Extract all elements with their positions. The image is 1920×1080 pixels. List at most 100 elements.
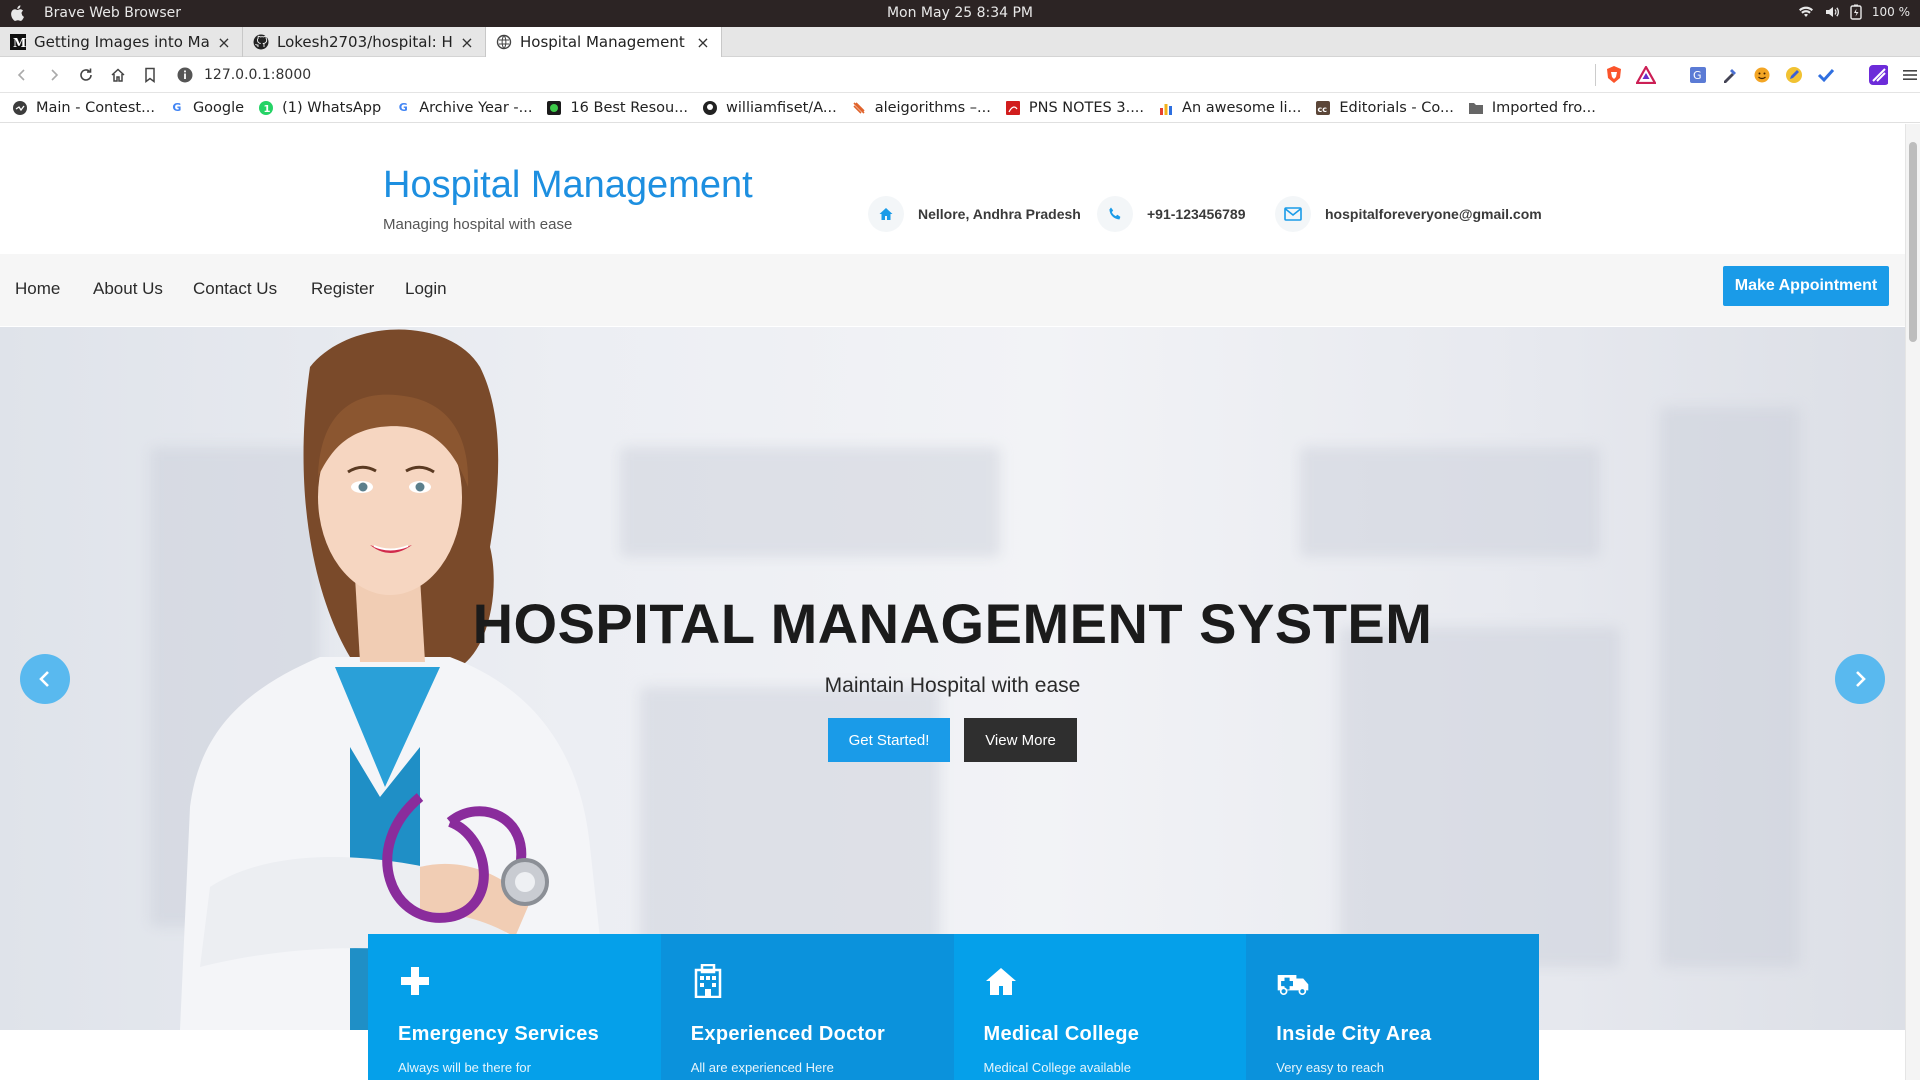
feature-desc: Medical College available — [983, 1060, 1131, 1075]
slider-next-button[interactable] — [1835, 654, 1885, 704]
color-picker-icon[interactable] — [1720, 65, 1740, 85]
nav-home[interactable]: Home — [15, 279, 60, 299]
home-icon — [868, 196, 904, 232]
home-icon[interactable] — [108, 65, 128, 85]
bookmark-label: Google — [192, 99, 245, 116]
bookmark-archive-year[interactable]: G Archive Year -... — [395, 100, 533, 116]
nav-login[interactable]: Login — [405, 279, 447, 299]
wifi-icon[interactable] — [1798, 5, 1814, 19]
volume-icon[interactable] — [1824, 5, 1840, 19]
bookmark-google[interactable]: G Google — [169, 100, 244, 116]
google-icon: G — [172, 101, 182, 114]
site-header: Hospital Management Managing hospital wi… — [0, 124, 1905, 254]
address-text: Nellore, Andhra Pradesh — [918, 206, 1081, 222]
bookmark-editorials[interactable]: cc Editorials - Co... — [1315, 99, 1454, 116]
feature-inside-city-area[interactable]: Inside City Area Very easy to reach — [1246, 934, 1539, 1080]
translate-icon[interactable]: G — [1688, 65, 1708, 85]
get-started-button[interactable]: Get Started! — [828, 718, 950, 762]
main-nav-menu: Home About Us Contact Us Register Login — [0, 254, 1905, 326]
feature-experienced-doctor[interactable]: Experienced Doctor All are experienced H… — [660, 934, 954, 1080]
nav-contact-us[interactable]: Contact Us — [193, 279, 277, 299]
globe-icon — [496, 34, 512, 50]
menu-icon[interactable] — [1900, 65, 1920, 85]
hospital-building-icon — [694, 963, 721, 999]
bookmark-pns-notes[interactable]: PNS NOTES 3.... — [1005, 100, 1144, 116]
background-shelf — [1300, 447, 1600, 557]
bookmark-whatsapp[interactable]: 1 (1) WhatsApp — [258, 100, 381, 116]
pdf-icon — [1005, 100, 1021, 116]
svg-text:M: M — [13, 36, 26, 50]
bookmark-awesome-list[interactable]: An awesome li... — [1158, 100, 1301, 116]
bar-chart-icon — [1158, 100, 1174, 116]
view-more-button[interactable]: View More — [964, 718, 1077, 762]
brave-rewards-icon[interactable] — [1636, 65, 1656, 85]
bookmark-best-resources[interactable]: 16 Best Resou... — [546, 100, 688, 116]
make-appointment-button[interactable]: Make Appointment — [1723, 266, 1889, 306]
info-icon[interactable] — [176, 66, 194, 84]
tab-markdown-images[interactable]: M Getting Images into Markd × — [0, 27, 243, 57]
feature-desc: Always will be there for — [398, 1060, 531, 1075]
envelope-icon — [1275, 196, 1311, 232]
folder-icon — [1468, 100, 1484, 116]
pencil-extension-icon[interactable] — [1784, 65, 1804, 85]
codechef-icon: cc — [1315, 100, 1331, 116]
nav-about-us[interactable]: About Us — [93, 279, 163, 299]
whatsapp-icon: 1 — [258, 100, 274, 116]
bookmark-imported-folder[interactable]: Imported fro... — [1468, 100, 1596, 116]
browser-tab-strip: M Getting Images into Markd × Lokesh2703… — [0, 27, 1920, 81]
page-viewport: Hospital Management Managing hospital wi… — [0, 124, 1905, 1080]
phone-text: +91-123456789 — [1147, 206, 1246, 222]
hero-slider: HOSPITAL MANAGEMENT SYSTEM Maintain Hosp… — [0, 327, 1905, 1030]
back-icon[interactable] — [12, 65, 32, 85]
battery-icon[interactable] — [1850, 4, 1862, 20]
bookmark-main-contest[interactable]: Main - Contest... — [12, 100, 155, 116]
browser-toolbar: 127.0.0.1:8000 G — [0, 57, 1920, 93]
url-text[interactable]: 127.0.0.1:8000 — [204, 67, 311, 83]
feature-boxes: Emergency Services Always will be there … — [368, 934, 1539, 1080]
bookmark-label: PNS NOTES 3.... — [1028, 99, 1145, 116]
checkmark-extension-icon[interactable] — [1816, 65, 1836, 85]
os-top-bar: Brave Web Browser Mon May 25 8:34 PM 100… — [0, 0, 1920, 27]
bookmark-label: williamfiset/A... — [726, 99, 837, 116]
tab-hospital-management[interactable]: Hospital Management – M × — [486, 27, 722, 57]
bookmark-label: Editorials - Co... — [1339, 99, 1454, 116]
brave-shield-icon[interactable] — [1604, 65, 1624, 85]
tab-title: Getting Images into Markd — [34, 33, 210, 51]
bookmark-icon[interactable] — [140, 65, 160, 85]
page-scrollbar[interactable] — [1905, 124, 1920, 1080]
github-icon — [253, 34, 269, 50]
bookmark-label: An awesome li... — [1182, 99, 1302, 116]
feature-desc: All are experienced Here — [690, 1060, 834, 1075]
email-text[interactable]: hospitalforeveryone@gmail.com — [1325, 206, 1542, 222]
close-icon[interactable]: × — [459, 33, 475, 52]
nav-register[interactable]: Register — [311, 279, 374, 299]
chevron-right-icon — [1856, 671, 1866, 687]
tab-github-hospital[interactable]: Lokesh2703/hospital: Hosp × — [243, 27, 486, 57]
bookmark-label: aleigorithms –... — [874, 99, 991, 116]
feature-medical-college[interactable]: Medical College Medical College availabl… — [953, 934, 1247, 1080]
scrollbar-thumb[interactable] — [1909, 142, 1917, 342]
github-icon — [702, 100, 718, 116]
address-bar[interactable]: 127.0.0.1:8000 — [176, 62, 1596, 88]
tab-title: Lokesh2703/hospital: Hosp — [277, 33, 453, 51]
google-icon: G — [398, 101, 408, 114]
forward-icon[interactable] — [44, 65, 64, 85]
bookmark-aleigorithms[interactable]: aleigorithms –... — [851, 100, 991, 116]
medium-logo-icon: M — [10, 34, 26, 50]
close-icon[interactable]: × — [216, 33, 232, 52]
bookmark-williamfiset[interactable]: williamfiset/A... — [702, 100, 837, 116]
contact-phone: +91-123456789 — [1097, 196, 1246, 232]
emoji-extension-icon[interactable] — [1752, 65, 1772, 85]
phone-icon — [1097, 196, 1133, 232]
reload-icon[interactable] — [76, 65, 96, 85]
slider-prev-button[interactable] — [20, 654, 70, 704]
feature-emergency-services[interactable]: Emergency Services Always will be there … — [368, 934, 661, 1080]
close-icon[interactable]: × — [695, 33, 711, 52]
site-logo-title[interactable]: Hospital Management — [383, 164, 753, 207]
svg-text:cc: cc — [1318, 105, 1328, 114]
clock[interactable]: Mon May 25 8:34 PM — [0, 5, 1920, 21]
bookmark-label: 16 Best Resou... — [570, 99, 689, 116]
profile-extension-icon[interactable] — [1868, 65, 1888, 85]
feature-title: Emergency Services — [398, 1023, 600, 1045]
contact-email: hospitalforeveryone@gmail.com — [1275, 196, 1542, 232]
